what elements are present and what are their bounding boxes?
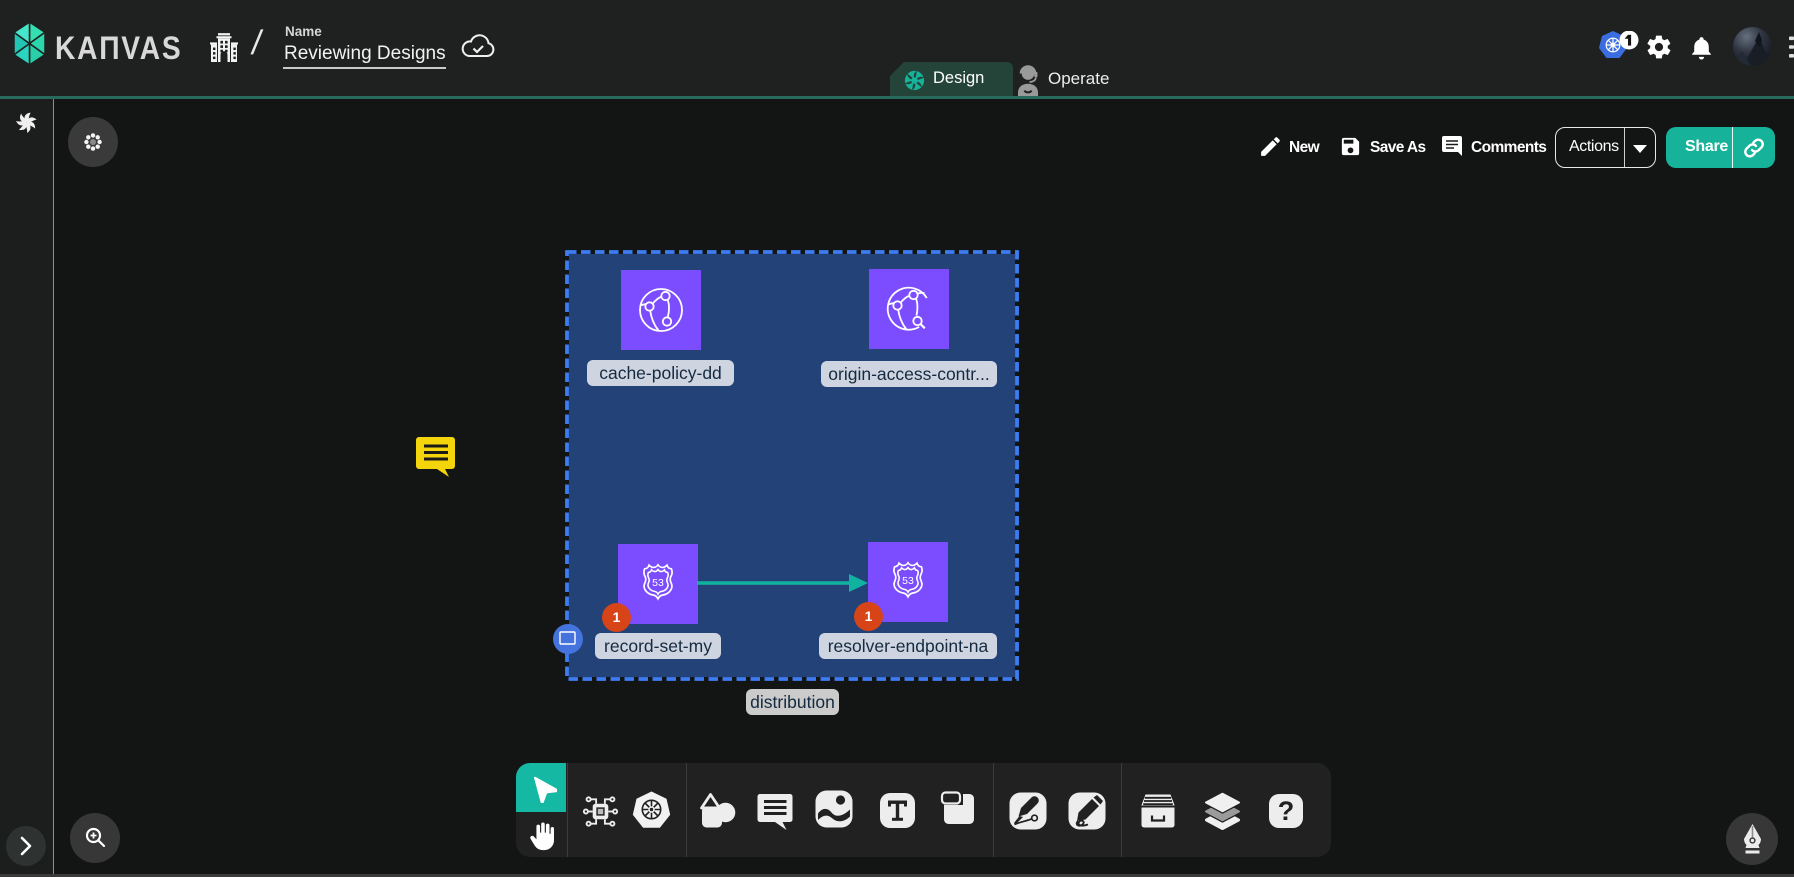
svg-text:53: 53 [652, 577, 664, 589]
svg-text:53: 53 [902, 575, 914, 587]
svg-text:?: ? [1278, 796, 1295, 826]
